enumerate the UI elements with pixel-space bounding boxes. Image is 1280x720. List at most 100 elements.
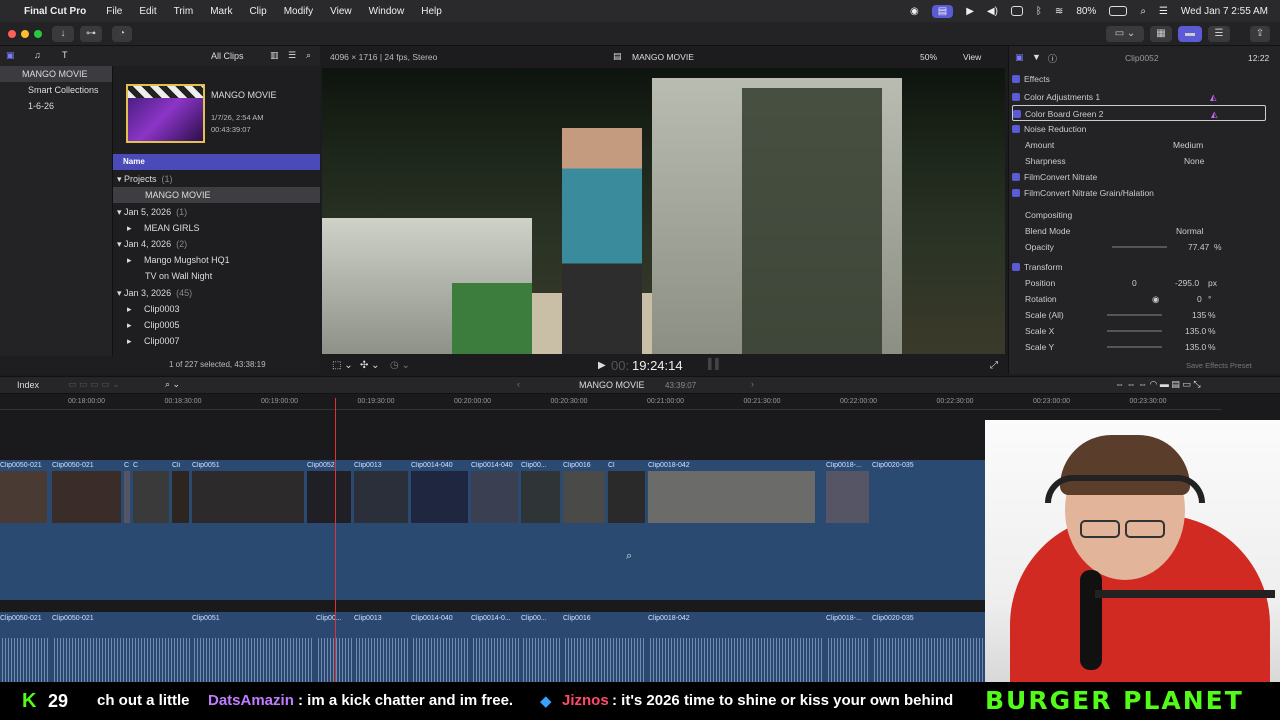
disclosure-open-icon[interactable]: ▾ [117,288,124,298]
rotation-value[interactable]: 0 [1197,291,1202,307]
minimize-window-button[interactable] [21,30,29,38]
inspector-toggle[interactable]: ☰ [1208,26,1230,42]
video-clip-thumbnail[interactable] [648,471,815,523]
disclosure-icon[interactable]: ▸ [127,304,134,314]
browser-group-row[interactable]: ▾ Jan 5, 2026 (1) [113,204,320,220]
menu-trim[interactable]: Trim [174,6,194,17]
enhance-tool-icon[interactable]: ✣ ⌄ [360,360,380,371]
import-button[interactable]: ↓ [52,26,74,42]
browser-item-row[interactable]: ▸ Clip0007 [113,333,320,349]
video-clip-thumbnail[interactable] [608,471,645,523]
search-icon[interactable]: ⌕ [306,50,311,61]
opacity-slider[interactable] [1112,246,1167,248]
play-icon[interactable]: ▶ [966,6,974,17]
disclosure-icon[interactable]: ▸ [127,255,134,265]
video-clip-label[interactable]: Cl [608,462,615,469]
effect-filmconvert-grain[interactable]: FilmConvert Nitrate Grain/Halation [1012,185,1272,201]
video-clip-thumbnail[interactable] [521,471,560,523]
menu-modify[interactable]: Modify [284,6,313,17]
battery-icon[interactable] [1109,6,1128,16]
clip-appearance-icon[interactable]: ▥ [270,50,279,61]
photos-icon[interactable]: ♫ [34,50,41,60]
timeline-controls-icons[interactable]: ⇔ ⇔ ⇔ ◠ ▬ ▤ ▭ ⤡ [1115,379,1201,390]
timeline-index-button[interactable]: Index [17,380,39,390]
audio-clip-label[interactable]: Clip0016 [563,615,591,622]
video-inspector-icon[interactable]: ▣ [1015,52,1024,63]
close-window-button[interactable] [8,30,16,38]
disclosure-open-icon[interactable]: ▾ [117,174,124,184]
browser-group-row[interactable]: ▾ Jan 4, 2026 (2) [113,236,320,252]
scale-y-slider[interactable] [1107,346,1162,348]
effect-color-adjustments[interactable]: Color Adjustments 1 ◭ [1012,89,1272,105]
audio-clip-label[interactable]: Clip0050-021 [0,615,42,622]
disclosure-open-icon[interactable]: ▾ [117,207,124,217]
disclosure-open-icon[interactable]: ▾ [117,239,124,249]
menu-window[interactable]: Window [369,6,405,17]
timecode-display[interactable]: 19:24:14 [632,358,683,373]
timeline-project-name[interactable]: MANGO MOVIE [579,380,645,390]
browser-item-row[interactable]: MANGO MOVIE [113,187,320,203]
speed-tool-icon[interactable]: ◷ ⌄ [390,360,410,371]
audio-clip-label[interactable]: Clip0013 [354,615,382,622]
blend-mode-popup[interactable]: Normal [1176,223,1203,239]
rotation-dial-icon[interactable]: ◉ [1152,291,1159,307]
browser-item-row[interactable]: ▸ MEAN GIRLS [113,220,320,236]
wifi-icon[interactable]: ≋ [1055,6,1063,17]
amount-popup[interactable]: Medium [1173,137,1203,153]
playhead[interactable] [335,398,336,682]
bluetooth-icon[interactable]: ᛒ [1036,6,1042,17]
forward-icon[interactable]: › [751,379,754,389]
fullscreen-icon[interactable]: ⤢ [990,360,998,371]
app-menu[interactable]: Final Cut Pro [24,6,86,17]
share-button[interactable]: ⇪ [1250,26,1270,42]
color-wheel-icon[interactable]: ◭ [1210,89,1217,105]
video-clip-label[interactable]: Clip0050-021 [0,462,42,469]
background-tasks-button[interactable]: ◔ [112,26,132,42]
audio-clip-label[interactable]: Clip00... [521,615,547,622]
menu-file[interactable]: File [106,6,122,17]
info-inspector-icon[interactable]: ⓘ [1048,52,1057,65]
position-y-value[interactable]: -295.0 [1175,275,1199,291]
video-clip-thumbnail[interactable] [172,471,189,523]
name-column-header[interactable]: Name [113,154,320,170]
timeline-toggle[interactable]: ▬ [1178,26,1202,42]
menu-edit[interactable]: Edit [139,6,156,17]
list-view-icon[interactable]: ☰ [288,50,296,61]
volume-icon[interactable]: ◀) [987,6,998,17]
scale-all-value[interactable]: 135 [1192,307,1206,323]
video-clip-thumbnail[interactable] [0,471,47,523]
video-clip-label[interactable]: Clip0014-040 [411,462,453,469]
audio-clip-label[interactable]: Clip0018-... [826,615,862,622]
smart-collections[interactable]: Smart Collections [0,82,112,98]
scale-x-value[interactable]: 135.0 [1185,323,1206,339]
audio-clip-label[interactable]: Clip0051 [192,615,220,622]
effect-color-board-green[interactable]: Color Board Green 2 ◭ [1012,105,1266,121]
menu-mark[interactable]: Mark [210,6,232,17]
video-clip-label[interactable]: Cli [172,462,180,469]
video-clip-thumbnail[interactable] [307,471,351,523]
video-clip-label[interactable]: Clip00... [521,462,547,469]
disclosure-icon[interactable]: ▸ [127,320,134,330]
video-clip-thumbnail[interactable] [133,471,169,523]
audio-clip-label[interactable]: Clip00... [316,615,342,622]
event-1-6-26[interactable]: 1-6-26 [0,98,112,114]
browser-item-row[interactable]: TV on Wall Night [113,268,320,284]
color-inspector-icon[interactable]: ▼ [1032,52,1041,62]
screen-mirror-icon[interactable]: ▤ [931,4,954,18]
effects-section[interactable]: Effects [1012,71,1272,87]
video-clip-label[interactable]: Clip0020-035 [872,462,914,469]
opacity-value[interactable]: 77.47 [1188,239,1209,255]
video-clip-label[interactable]: Clip0050-021 [52,462,94,469]
video-frame[interactable] [322,68,1005,354]
video-clip-label[interactable]: C [124,462,129,469]
video-clip-thumbnail[interactable] [124,471,130,523]
video-clip-label[interactable]: Clip0052 [307,462,335,469]
video-clip-label[interactable]: C [133,462,138,469]
search-icon[interactable]: ⌕ [1140,6,1146,17]
browser-group-row[interactable]: ▾ Jan 3, 2026 (45) [113,285,320,301]
video-clip-label[interactable]: Clip0016 [563,462,591,469]
library-mango-movie[interactable]: MANGO MOVIE [0,66,112,82]
video-clip-label[interactable]: Clip0018-... [826,462,862,469]
effect-noise-reduction[interactable]: Noise Reduction [1012,121,1272,137]
back-icon[interactable]: ‹ [517,379,520,389]
